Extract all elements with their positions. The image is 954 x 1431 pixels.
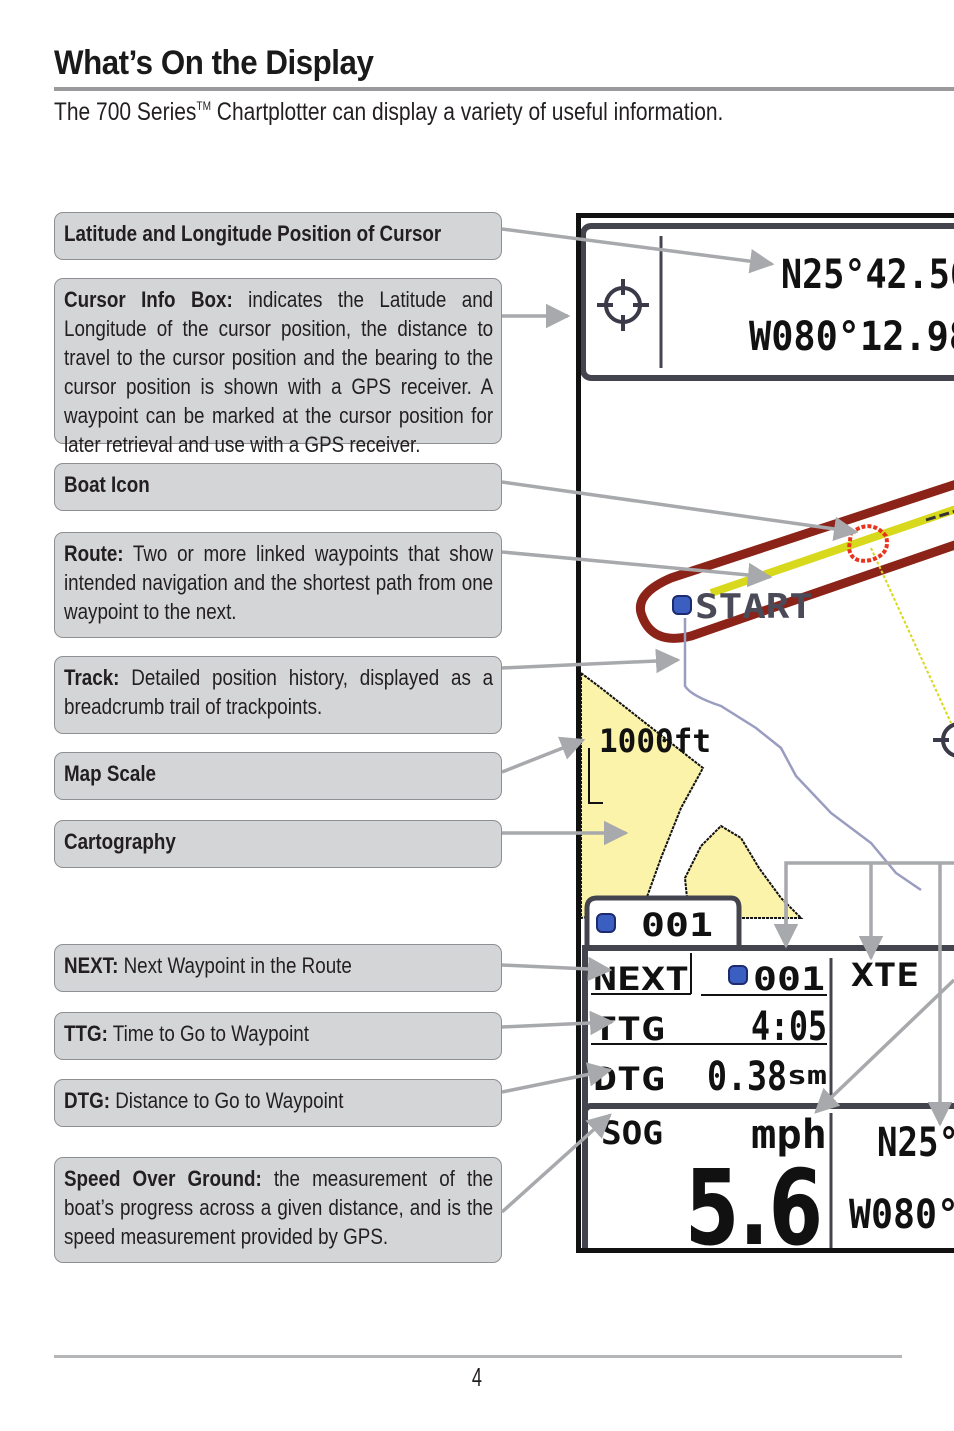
page-number: 4 [471, 1362, 483, 1392]
map-scale-label: 1000ft [599, 722, 711, 760]
callout-term: NEXT: [64, 953, 119, 978]
callout-term: Map Scale [64, 761, 157, 786]
callout-term: TTG: [64, 1021, 108, 1046]
callout-term: DTG: [64, 1088, 110, 1113]
callout-cursor-info-box: Cursor Info Box: indicates the Latitude … [54, 278, 502, 457]
sog-panel: SOG mph 5.6 N25° W080° [582, 1103, 954, 1253]
callout-term: Cartography [64, 829, 176, 854]
start-label: START [695, 587, 813, 627]
chartplotter-screen: N25°42.56 W080°12.98 1000ft START 001 NE… [576, 213, 954, 1253]
dtg-label: DTG [593, 1060, 665, 1098]
callout-text: Next Waypoint in the Route [118, 953, 352, 978]
navigation-panel: NEXT 001 TTG 4:05 DTG 0.38 sm XTE [582, 945, 954, 1111]
callout-term: Latitude and Longitude Position of Curso… [64, 221, 442, 246]
callout-term: Boat Icon [64, 472, 150, 497]
position-latitude: N25° [877, 1120, 954, 1166]
cursor-info-box: N25°42.56 W080°12.98 [581, 223, 954, 381]
callout-text: indicates the Latitude and Longitude of … [64, 287, 494, 457]
callout-term: Track: [64, 665, 120, 690]
callout-text: Detailed position history, displayed as … [64, 665, 494, 719]
footer-divider [54, 1355, 902, 1358]
callout-route: Route: Two or more linked waypoints that… [54, 532, 502, 638]
cursor-latitude: N25°42.56 [781, 252, 954, 298]
callout-term: Speed Over Ground: [64, 1166, 262, 1191]
title-divider [54, 87, 954, 91]
callout-text: Distance to Go to Waypoint [109, 1088, 344, 1113]
arrow-map-scale [501, 736, 586, 774]
callout-term: Cursor Info Box: [64, 287, 233, 312]
xte-label: XTE [851, 956, 919, 994]
callout-boat-icon: Boat Icon [54, 463, 502, 511]
sog-label: SOG [601, 1114, 663, 1152]
waypoint-tab: 001 [584, 895, 742, 948]
page-title: What’s On the Display [54, 44, 374, 82]
start-waypoint: START [672, 587, 813, 627]
callout-ttg: TTG: Time to Go to Waypoint [54, 1012, 502, 1060]
next-waypoint-value: 001 [753, 960, 825, 998]
callout-text: Time to Go to Waypoint [107, 1021, 309, 1046]
callout-track: Track: Detailed position history, displa… [54, 656, 502, 734]
waypoint-tab-label: 001 [641, 906, 713, 944]
callout-speed-over-ground: Speed Over Ground: the measurement of th… [54, 1157, 502, 1263]
callout-map-scale: Map Scale [54, 752, 502, 800]
callout-cartography: Cartography [54, 820, 502, 868]
chart-map: N25°42.56 W080°12.98 1000ft START 001 NE… [581, 223, 954, 1253]
page-subtitle: The 700 SeriesTM Chartplotter can displa… [54, 98, 723, 127]
callout-dtg: DTG: Distance to Go to Waypoint [54, 1079, 502, 1127]
ttg-label: TTG [593, 1010, 665, 1048]
callout-term: Route: [64, 541, 124, 566]
callout-lat-lon-cursor: Latitude and Longitude Position of Curso… [54, 212, 502, 260]
subtitle-text-rest: Chartplotter can display a variety of us… [210, 98, 724, 126]
next-label: NEXT [593, 960, 689, 998]
dtg-unit: sm [787, 1061, 827, 1091]
callout-next: NEXT: Next Waypoint in the Route [54, 944, 502, 992]
callout-text: Two or more linked waypoints that show i… [64, 541, 494, 624]
cursor-longitude: W080°12.98 [749, 314, 954, 360]
position-longitude: W080° [849, 1192, 954, 1238]
sog-value: 5.6 [685, 1147, 823, 1253]
dtg-value: 0.38 [707, 1054, 787, 1100]
ttg-value: 4:05 [751, 1004, 827, 1050]
trademark-mark: TM [196, 99, 211, 113]
subtitle-text: The 700 Series [54, 98, 197, 126]
